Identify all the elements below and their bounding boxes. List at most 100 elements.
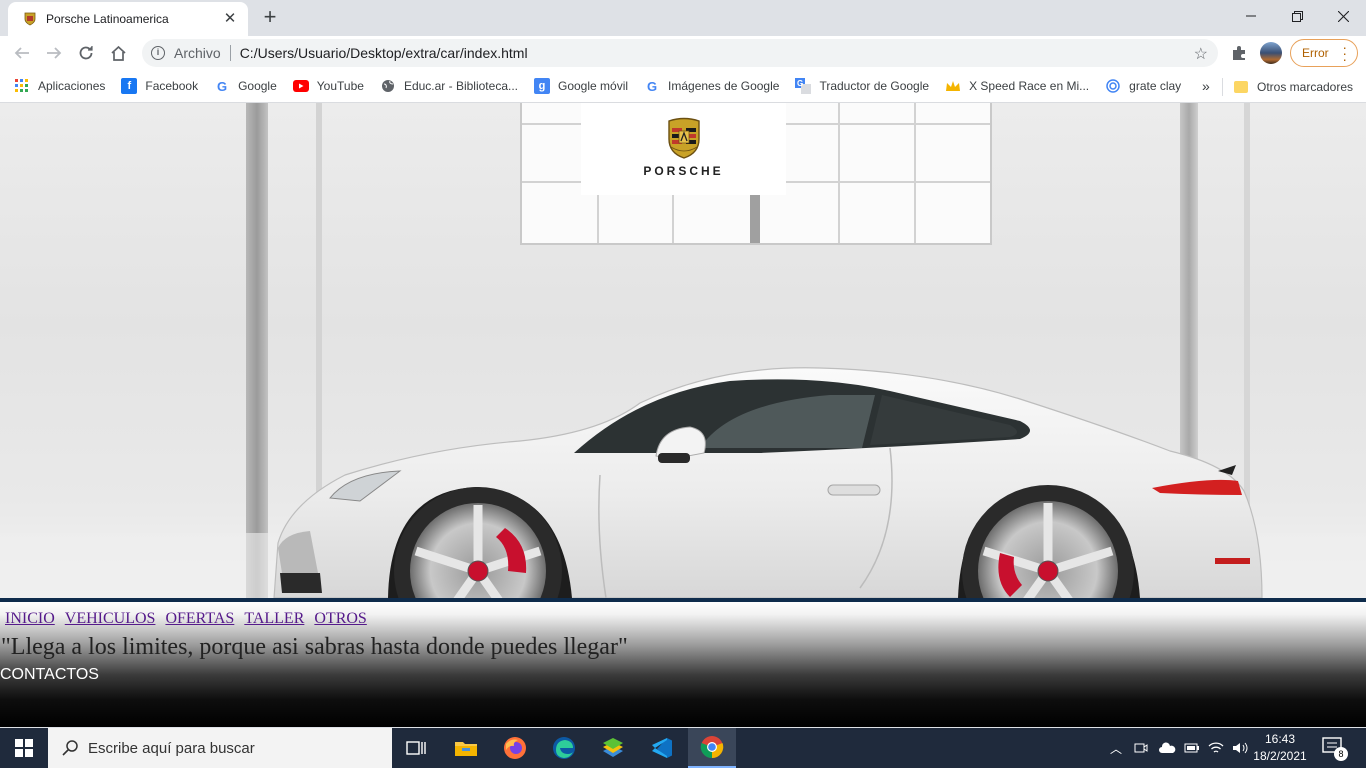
info-icon[interactable]: i bbox=[151, 46, 165, 60]
close-icon bbox=[1337, 10, 1349, 22]
extensions-button[interactable] bbox=[1226, 40, 1252, 66]
other-bookmarks-folder[interactable]: Otros marcadores bbox=[1234, 70, 1353, 103]
taskbar-file-explorer[interactable] bbox=[442, 728, 490, 768]
circle-icon bbox=[1105, 78, 1121, 94]
taskbar-vscode[interactable] bbox=[638, 728, 686, 768]
menu-dots-icon[interactable]: · · · bbox=[1342, 40, 1347, 66]
bookmark-educar[interactable]: Educ.ar - Biblioteca... bbox=[380, 78, 518, 94]
other-bookmarks-label: Otros marcadores bbox=[1257, 79, 1354, 94]
nav-link-taller[interactable]: TALLER bbox=[244, 610, 304, 628]
porsche-911-car-image bbox=[0, 367, 1366, 598]
bookmark-xspeed[interactable]: X Speed Race en Mi... bbox=[945, 78, 1089, 94]
crown-icon bbox=[945, 78, 961, 94]
bookmarks-overflow-button[interactable]: » bbox=[1202, 78, 1210, 94]
taskbar-search[interactable]: Escribe aquí para buscar bbox=[48, 728, 392, 768]
start-button[interactable] bbox=[0, 728, 48, 768]
profile-avatar[interactable] bbox=[1260, 42, 1282, 64]
bookmark-label: Traductor de Google bbox=[819, 79, 930, 93]
reload-icon bbox=[79, 46, 93, 60]
action-center-button[interactable]: 8 bbox=[1322, 737, 1348, 761]
browser-toolbar: i Archivo C:/Users/Usuario/Desktop/extra… bbox=[0, 36, 1366, 70]
nav-link-inicio[interactable]: INICIO bbox=[5, 610, 55, 628]
volume-icon[interactable] bbox=[1232, 741, 1248, 755]
nav-link-otros[interactable]: OTROS bbox=[314, 610, 366, 628]
bookmark-translate[interactable]: G Traductor de Google bbox=[795, 78, 929, 94]
windows-taskbar: Escribe aquí para buscar ︿ 16:43 18/2/20… bbox=[0, 728, 1366, 768]
google-icon: G bbox=[217, 78, 228, 94]
address-separator bbox=[229, 45, 231, 61]
forward-button[interactable] bbox=[41, 40, 67, 66]
windows-logo-icon bbox=[15, 739, 33, 757]
folder-icon bbox=[455, 742, 477, 756]
youtube-icon bbox=[292, 78, 309, 94]
tab-title: Porsche Latinoamerica bbox=[46, 12, 169, 26]
slogan-quote: "Llega a los limites, porque asi sabras … bbox=[1, 634, 628, 660]
onedrive-cloud-icon[interactable] bbox=[1158, 742, 1176, 754]
taskbar-firefox[interactable] bbox=[491, 728, 539, 768]
home-icon bbox=[110, 45, 126, 61]
minimize-icon bbox=[1246, 15, 1256, 17]
vscode-icon bbox=[652, 738, 672, 758]
google-icon: G bbox=[646, 78, 658, 94]
chevron-up-icon[interactable]: ︿ bbox=[1110, 740, 1122, 757]
bookmark-label: YouTube bbox=[316, 79, 364, 93]
arrow-left-icon bbox=[14, 47, 29, 59]
hero-image: PORSCHE bbox=[0, 103, 1366, 598]
reload-button[interactable] bbox=[73, 40, 99, 66]
taskbar-clock[interactable]: 16:43 18/2/2021 bbox=[1248, 731, 1312, 765]
apps-grid-icon bbox=[14, 78, 30, 94]
task-view-button[interactable] bbox=[392, 728, 440, 768]
bookmark-label: Imágenes de Google bbox=[668, 79, 780, 93]
puzzle-icon bbox=[1233, 46, 1245, 60]
clock-date: 18/2/2021 bbox=[1253, 749, 1307, 763]
tab-porsche[interactable]: Porsche Latinoamerica ✕ bbox=[8, 2, 248, 36]
facebook-icon: f bbox=[121, 78, 138, 94]
taskbar-edge[interactable] bbox=[540, 728, 588, 768]
profile-error-label: Error bbox=[1302, 46, 1329, 60]
firefox-icon bbox=[504, 737, 526, 759]
bookmark-label: Google móvil bbox=[558, 79, 629, 93]
chrome-icon bbox=[700, 736, 724, 759]
content-area: INICIO VEHICULOS OFERTAS TALLER OTROS "L… bbox=[0, 602, 1366, 727]
search-placeholder: Escribe aquí para buscar bbox=[88, 739, 255, 757]
bookmark-google-movil[interactable]: g Google móvil bbox=[534, 78, 628, 94]
bookmark-youtube[interactable]: YouTube bbox=[292, 78, 364, 94]
restore-icon bbox=[1291, 10, 1303, 22]
tab-strip: Porsche Latinoamerica ✕ + bbox=[0, 0, 1366, 36]
bookmark-label: Google bbox=[238, 79, 277, 93]
bookmark-google-images[interactable]: G Imágenes de Google bbox=[644, 78, 779, 94]
close-window-button[interactable] bbox=[1320, 0, 1366, 32]
taskbar-bluestacks[interactable] bbox=[589, 728, 637, 768]
bookmark-facebook[interactable]: f Facebook bbox=[121, 78, 198, 94]
nav-link-ofertas[interactable]: OFERTAS bbox=[165, 610, 234, 628]
notification-count-badge: 8 bbox=[1334, 747, 1348, 761]
bookmarks-divider bbox=[1222, 78, 1223, 96]
address-url[interactable]: C:/Users/Usuario/Desktop/extra/car/index… bbox=[240, 45, 528, 61]
bookmark-label: Aplicaciones bbox=[38, 79, 106, 93]
tab-close-icon[interactable]: ✕ bbox=[222, 11, 238, 27]
back-button[interactable] bbox=[9, 40, 35, 66]
nav-link-vehiculos[interactable]: VEHICULOS bbox=[65, 610, 156, 628]
home-button[interactable] bbox=[105, 40, 131, 66]
porsche-favicon-icon bbox=[22, 11, 38, 27]
taskbar-chrome[interactable] bbox=[688, 728, 736, 768]
search-icon bbox=[62, 740, 78, 756]
translate-icon: G bbox=[795, 78, 812, 94]
new-tab-button[interactable]: + bbox=[258, 6, 282, 30]
bookmark-grate-clay[interactable]: grate clay bbox=[1105, 78, 1181, 94]
bookmark-google[interactable]: G Google bbox=[214, 78, 277, 94]
meet-now-icon[interactable] bbox=[1134, 741, 1148, 755]
bookmark-label: X Speed Race en Mi... bbox=[969, 79, 1090, 93]
minimize-button[interactable] bbox=[1228, 0, 1274, 32]
bookmark-label: Facebook bbox=[145, 79, 199, 93]
profile-error-button[interactable]: Error · · · bbox=[1290, 39, 1358, 67]
bookmark-apps[interactable]: Aplicaciones bbox=[14, 78, 105, 94]
address-bar[interactable]: i Archivo C:/Users/Usuario/Desktop/extra… bbox=[142, 39, 1218, 67]
bookmark-star-icon[interactable]: ☆ bbox=[1194, 44, 1208, 64]
clock-time: 16:43 bbox=[1264, 732, 1296, 746]
globe-icon bbox=[380, 78, 396, 94]
wifi-icon[interactable] bbox=[1208, 741, 1224, 755]
battery-icon[interactable] bbox=[1184, 742, 1200, 754]
contacts-heading: CONTACTOS bbox=[0, 666, 99, 683]
restore-button[interactable] bbox=[1274, 0, 1320, 32]
